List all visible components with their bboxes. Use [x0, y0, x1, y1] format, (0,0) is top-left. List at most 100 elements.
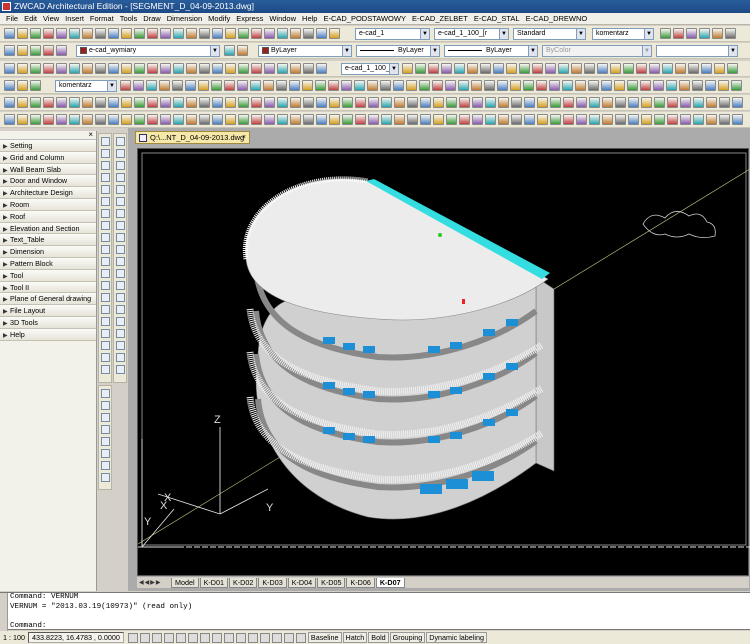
vertical-tool-icon[interactable]: [116, 281, 125, 290]
toolbar-tool-icon[interactable]: [524, 114, 535, 125]
toolbar-tool-icon[interactable]: [251, 63, 262, 74]
side-item-wall-beam-slab[interactable]: ▶ Wall Beam Slab: [0, 163, 96, 176]
toolbar-tool-icon[interactable]: [584, 63, 595, 74]
toolbar-tool-icon[interactable]: [30, 114, 41, 125]
side-item-file-layout[interactable]: ▶ File Layout: [0, 305, 96, 317]
toolbar-tool-icon[interactable]: [250, 80, 261, 91]
vertical-tool-icon[interactable]: [101, 353, 110, 362]
tab-k-d01[interactable]: K-D01: [199, 577, 228, 588]
toolbar-tool-icon[interactable]: [441, 63, 452, 74]
vertical-tool-icon[interactable]: [101, 221, 110, 230]
status-toggle-icon[interactable]: [295, 632, 306, 643]
vertical-tool-icon[interactable]: [101, 401, 110, 410]
toolbar-tool-icon[interactable]: [576, 114, 587, 125]
toolbar-tool-icon[interactable]: [342, 114, 353, 125]
toolbar-tool-icon[interactable]: [679, 80, 690, 91]
toolbar-tool-icon[interactable]: [56, 45, 67, 56]
toolbar-tool-icon[interactable]: [407, 97, 418, 108]
vertical-tool-icon[interactable]: [116, 161, 125, 170]
toolbar-tool-icon[interactable]: [277, 28, 288, 39]
vertical-tool-icon[interactable]: [101, 161, 110, 170]
multileader-style-combo[interactable]: komentarz ▼: [55, 80, 117, 92]
text-style-combo[interactable]: Standard ▼: [513, 28, 586, 40]
toolbar-tool-icon[interactable]: [428, 63, 439, 74]
toolbar-tool-icon[interactable]: [329, 28, 340, 39]
toolbar-tool-icon[interactable]: [731, 80, 742, 91]
vertical-tool-icon[interactable]: [101, 293, 110, 302]
toolbar-tool-icon[interactable]: [732, 97, 743, 108]
toolbar-tool-icon[interactable]: [571, 63, 582, 74]
toolbar-tool-icon[interactable]: [56, 28, 67, 39]
extra-combo[interactable]: ▼: [656, 45, 738, 57]
toolbar-tool-icon[interactable]: [714, 63, 725, 74]
tab-model[interactable]: Model: [171, 577, 199, 588]
toolbar-tool-icon[interactable]: [290, 97, 301, 108]
toolbar-tool-icon[interactable]: [316, 63, 327, 74]
command-line[interactable]: Command: VERNUM VERNUM = "2013.03.19(109…: [0, 592, 750, 631]
toolbar-tool-icon[interactable]: [402, 63, 413, 74]
toolbar-tool-icon[interactable]: [56, 114, 67, 125]
side-item-architecture-design[interactable]: ▶ Architecture Design: [0, 187, 96, 199]
toolbar-tool-icon[interactable]: [121, 63, 132, 74]
toolbar-tool-icon[interactable]: [186, 63, 197, 74]
side-item-elevation-section[interactable]: ▶ Elevation and Section: [0, 222, 96, 235]
vertical-tool-icon[interactable]: [101, 449, 110, 458]
toolbar-tool-icon[interactable]: [69, 97, 80, 108]
plotstyle-combo[interactable]: ByColor ▼: [542, 45, 652, 57]
toolbar-tool-icon[interactable]: [485, 114, 496, 125]
toolbar-tool-icon[interactable]: [563, 97, 574, 108]
grouping-toggle[interactable]: Grouping: [389, 632, 426, 643]
menu-insert[interactable]: Insert: [62, 13, 87, 25]
toolbar-tool-icon[interactable]: [589, 97, 600, 108]
toolbar-tool-icon[interactable]: [718, 80, 729, 91]
toolbar-tool-icon[interactable]: [454, 63, 465, 74]
toolbar-tool-icon[interactable]: [701, 63, 712, 74]
toolbar-tool-icon[interactable]: [302, 80, 313, 91]
toolbar-tool-icon[interactable]: [394, 114, 405, 125]
side-item-plane-general-drawing[interactable]: ▶ Plane of General drawing: [0, 293, 96, 306]
status-toggle-icon[interactable]: [211, 632, 222, 643]
vertical-tool-icon[interactable]: [101, 317, 110, 326]
vertical-tool-icon[interactable]: [101, 329, 110, 338]
toolbar-tool-icon[interactable]: [446, 114, 457, 125]
toolbar-tool-icon[interactable]: [225, 97, 236, 108]
toolbar-tool-icon[interactable]: [95, 97, 106, 108]
toolbar-tool-icon[interactable]: [459, 97, 470, 108]
toolbar-tool-icon[interactable]: [225, 114, 236, 125]
toolbar-tool-icon[interactable]: [316, 114, 327, 125]
toolbar-tool-icon[interactable]: [251, 28, 262, 39]
side-item-3d-tools[interactable]: ▶ 3D Tools: [0, 316, 96, 329]
toolbar-tool-icon[interactable]: [95, 28, 106, 39]
toolbar-tool-icon[interactable]: [30, 45, 41, 56]
toolbar-tool-icon[interactable]: [545, 63, 556, 74]
toolbar-tool-icon[interactable]: [472, 97, 483, 108]
side-item-dimension[interactable]: ▶ Dimension: [0, 246, 96, 258]
toolbar-tool-icon[interactable]: [147, 114, 158, 125]
toolbar-tool-icon[interactable]: [225, 28, 236, 39]
vertical-tool-icon[interactable]: [101, 473, 110, 482]
toolbar-tool-icon[interactable]: [69, 114, 80, 125]
vertical-tool-icon[interactable]: [116, 341, 125, 350]
toolbar-tool-icon[interactable]: [627, 80, 638, 91]
toolbar-tool-icon[interactable]: [680, 97, 691, 108]
toolbar-tool-icon[interactable]: [264, 114, 275, 125]
toolbar-tool-icon[interactable]: [732, 114, 743, 125]
toolbar-tool-icon[interactable]: [705, 80, 716, 91]
toolbar-tool-icon[interactable]: [699, 28, 710, 39]
toolbar-tool-icon[interactable]: [640, 80, 651, 91]
vertical-tool-icon[interactable]: [116, 173, 125, 182]
toolbar-tool-icon[interactable]: [289, 80, 300, 91]
toolbar-tool-icon[interactable]: [653, 80, 664, 91]
toolbar-tool-icon[interactable]: [623, 63, 634, 74]
vertical-tool-icon[interactable]: [101, 341, 110, 350]
toolbar-tool-icon[interactable]: [199, 63, 210, 74]
toolbar-tool-icon[interactable]: [134, 97, 145, 108]
toolbar-tool-icon[interactable]: [558, 63, 569, 74]
toolbar-tool-icon[interactable]: [510, 80, 521, 91]
toolbar-tool-icon[interactable]: [17, 63, 28, 74]
vertical-tool-icon[interactable]: [116, 197, 125, 206]
toolbar-tool-icon[interactable]: [446, 97, 457, 108]
toolbar-tool-icon[interactable]: [420, 114, 431, 125]
toolbar-tool-icon[interactable]: [146, 80, 157, 91]
toolbar-tool-icon[interactable]: [160, 114, 171, 125]
